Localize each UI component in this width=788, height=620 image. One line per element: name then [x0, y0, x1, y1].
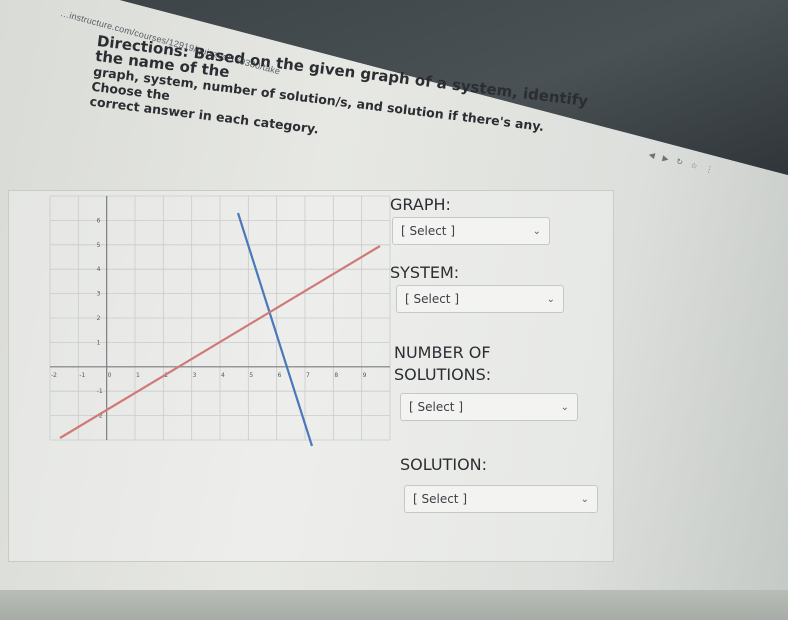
- number-of-solutions-label-line-2: SOLUTIONS:: [394, 365, 492, 384]
- system-graph: -2-10123456789654321-1-2: [40, 188, 400, 448]
- number-of-solutions-select[interactable]: [ Select ] ⌄: [400, 393, 578, 421]
- page-footer: [0, 590, 788, 620]
- solution-select-value: [ Select ]: [413, 492, 468, 506]
- y-tick-label: 5: [97, 242, 101, 249]
- x-tick-label: 5: [249, 372, 253, 379]
- y-tick-label: -1: [97, 388, 103, 395]
- quiz-page: Directions: Based on the given graph of …: [0, 0, 788, 620]
- graph-canvas: -2-10123456789654321-1-2: [49, 195, 391, 447]
- system-select[interactable]: [ Select ] ⌄: [396, 285, 564, 313]
- graph-select[interactable]: [ Select ] ⌄: [392, 217, 550, 245]
- question-directions: Directions: Based on the given graph of …: [89, 32, 594, 169]
- number-of-solutions-select-value: [ Select ]: [409, 400, 464, 414]
- x-tick-label: 8: [334, 372, 338, 379]
- graph-tick-labels: -2-10123456789654321-1-2: [51, 217, 367, 419]
- x-tick-label: 7: [306, 372, 310, 379]
- system-label: SYSTEM:: [390, 263, 460, 282]
- graph-select-value: [ Select ]: [401, 224, 456, 238]
- system-select-value: [ Select ]: [405, 292, 460, 306]
- x-tick-label: 4: [221, 372, 225, 379]
- x-tick-label: 0: [108, 372, 112, 379]
- x-tick-label: 9: [363, 372, 367, 379]
- blue-line: [236, 212, 314, 447]
- y-tick-label: 4: [97, 266, 101, 273]
- chevron-down-icon: ⌄: [560, 401, 569, 413]
- x-tick-label: -1: [79, 372, 85, 379]
- y-tick-label: 6: [97, 217, 101, 224]
- graph-label: GRAPH:: [390, 195, 451, 214]
- x-tick-label: 3: [193, 372, 197, 379]
- y-tick-label: 1: [97, 339, 101, 346]
- solution-label: SOLUTION:: [400, 455, 488, 474]
- x-tick-label: 1: [136, 372, 140, 379]
- chevron-down-icon: ⌄: [532, 225, 541, 237]
- number-of-solutions-label-line-1: NUMBER OF: [394, 343, 491, 362]
- x-tick-label: -2: [51, 372, 57, 379]
- graph-grid: [49, 195, 391, 441]
- y-tick-label: 3: [97, 291, 101, 298]
- y-tick-label: 2: [97, 315, 101, 322]
- chevron-down-icon: ⌄: [546, 293, 555, 305]
- solution-select[interactable]: [ Select ] ⌄: [404, 485, 598, 513]
- chevron-down-icon: ⌄: [580, 493, 589, 505]
- x-tick-label: 6: [278, 372, 282, 379]
